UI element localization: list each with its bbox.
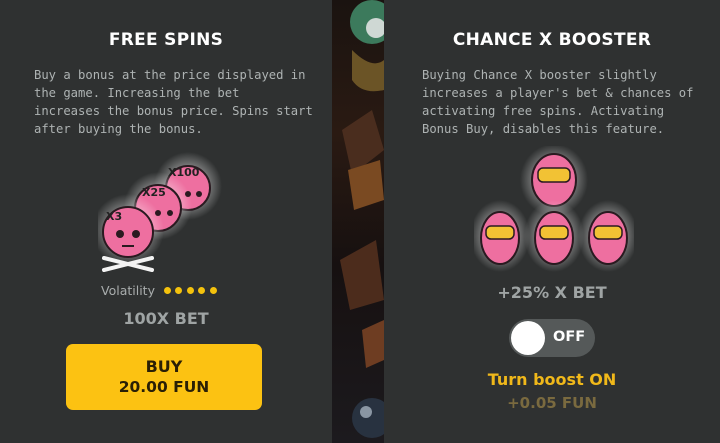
booster-pills-icon (474, 146, 634, 272)
turn-boost-on-label: Turn boost ON (487, 370, 617, 389)
bonus-skull-bombs-icon: X3 X25 X100 (98, 152, 222, 272)
boost-price: +0.05 FUN (507, 394, 597, 412)
free-spins-description: Buy a bonus at the price displayed in th… (34, 68, 313, 136)
volatility-dot (209, 287, 217, 294)
buy-button-price: 20.00 FUN (118, 378, 210, 396)
free-spins-title: FREE SPINS (108, 30, 224, 50)
multiplier-label-x25: X25 (142, 186, 166, 199)
free-spins-bet-multiplier: 100X BET (123, 309, 209, 328)
chance-booster-panel: CHANCE X BOOSTER Buying Chance X booster… (384, 0, 720, 443)
toggle-knob (511, 321, 545, 355)
volatility-dot (198, 287, 206, 294)
background-art-icon (340, 0, 384, 438)
multiplier-label-x3: X3 (106, 210, 122, 223)
buy-button[interactable]: BUY 20.00 FUN (66, 344, 262, 410)
toggle-state-label: OFF (553, 329, 586, 345)
booster-bet-increase: +25% X BET (497, 283, 607, 302)
volatility-label: Volatility (101, 283, 155, 298)
boost-toggle[interactable]: OFF (509, 319, 595, 357)
volatility-dot (163, 287, 171, 294)
free-spins-panel: FREE SPINS Buy a bonus at the price disp… (0, 0, 332, 443)
volatility-dot (175, 287, 183, 294)
chance-booster-description: Buying Chance X booster slightly increas… (422, 68, 694, 136)
volatility-dot (186, 287, 194, 294)
volatility-row: Volatility (101, 283, 221, 298)
multiplier-label-x100: X100 (168, 166, 200, 179)
game-background-strip (332, 0, 384, 443)
buy-button-label: BUY (145, 357, 183, 376)
chance-booster-title: CHANCE X BOOSTER (452, 30, 652, 50)
volatility-dots (163, 287, 222, 294)
